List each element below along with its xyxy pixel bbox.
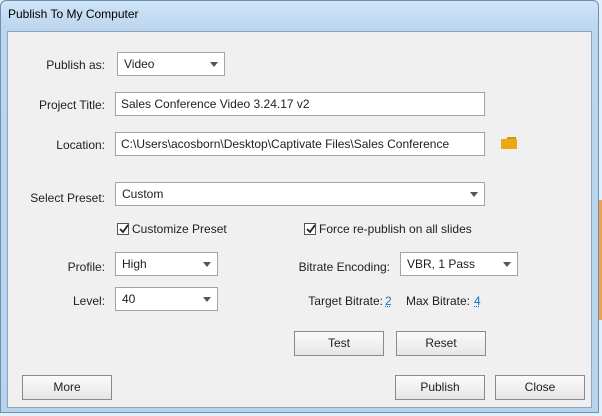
select-preset-label: Select Preset: [30, 191, 105, 205]
location-label: Location: [56, 138, 105, 152]
level-label: Level: [72, 294, 105, 308]
folder-icon[interactable] [500, 136, 518, 150]
customize-preset-label: Customize Preset [132, 222, 227, 236]
project-title-label: Project Title: [38, 98, 105, 112]
window-title: Publish To My Computer [8, 7, 139, 21]
chevron-down-icon [470, 192, 478, 197]
publish-as-label: Publish as: [46, 58, 105, 72]
preset-value: Custom [122, 187, 164, 201]
bitrate-encoding-dropdown[interactable]: VBR, 1 Pass [400, 252, 518, 276]
target-bitrate-value[interactable]: 2 [385, 294, 392, 308]
max-bitrate-value[interactable]: 4 [474, 294, 481, 308]
chevron-down-icon [503, 262, 511, 267]
publish-button[interactable]: Publish [395, 375, 485, 400]
dialog-body: Publish as: Video Project Title: Sales C… [7, 31, 592, 408]
force-republish-label: Force re-publish on all slides [319, 222, 472, 236]
preset-dropdown[interactable]: Custom [115, 182, 485, 206]
level-dropdown[interactable]: 40 [115, 287, 218, 311]
profile-value: High [122, 257, 147, 271]
bitrate-encoding-value: VBR, 1 Pass [407, 257, 476, 271]
publish-as-value: Video [124, 57, 155, 71]
chevron-down-icon [210, 62, 218, 67]
bitrate-encoding-label: Bitrate Encoding: [298, 260, 390, 274]
test-button[interactable]: Test [294, 331, 384, 356]
checkmark-icon [306, 224, 316, 234]
profile-dropdown[interactable]: High [115, 252, 218, 276]
location-input[interactable]: C:\Users\acosborn\Desktop\Captivate File… [115, 132, 485, 156]
checkmark-icon [119, 224, 129, 234]
max-bitrate-label: Max Bitrate: [405, 294, 470, 308]
checkbox-box[interactable] [304, 223, 316, 235]
close-button[interactable]: Close [495, 375, 585, 400]
profile-label: Profile: [67, 260, 105, 274]
level-value: 40 [122, 292, 136, 306]
reset-button[interactable]: Reset [396, 331, 486, 356]
chevron-down-icon [203, 297, 211, 302]
target-bitrate-label: Target Bitrate: [308, 294, 383, 308]
more-button[interactable]: More [22, 375, 112, 400]
dialog-window: Publish To My Computer Publish as: Video… [0, 0, 599, 413]
customize-preset-checkbox[interactable]: Customize Preset [117, 222, 247, 238]
project-title-input[interactable]: Sales Conference Video 3.24.17 v2 [115, 92, 485, 116]
chevron-down-icon [203, 262, 211, 267]
checkbox-box[interactable] [117, 223, 129, 235]
publish-as-dropdown[interactable]: Video [117, 52, 225, 76]
force-republish-checkbox[interactable]: Force re-publish on all slides [304, 222, 494, 238]
